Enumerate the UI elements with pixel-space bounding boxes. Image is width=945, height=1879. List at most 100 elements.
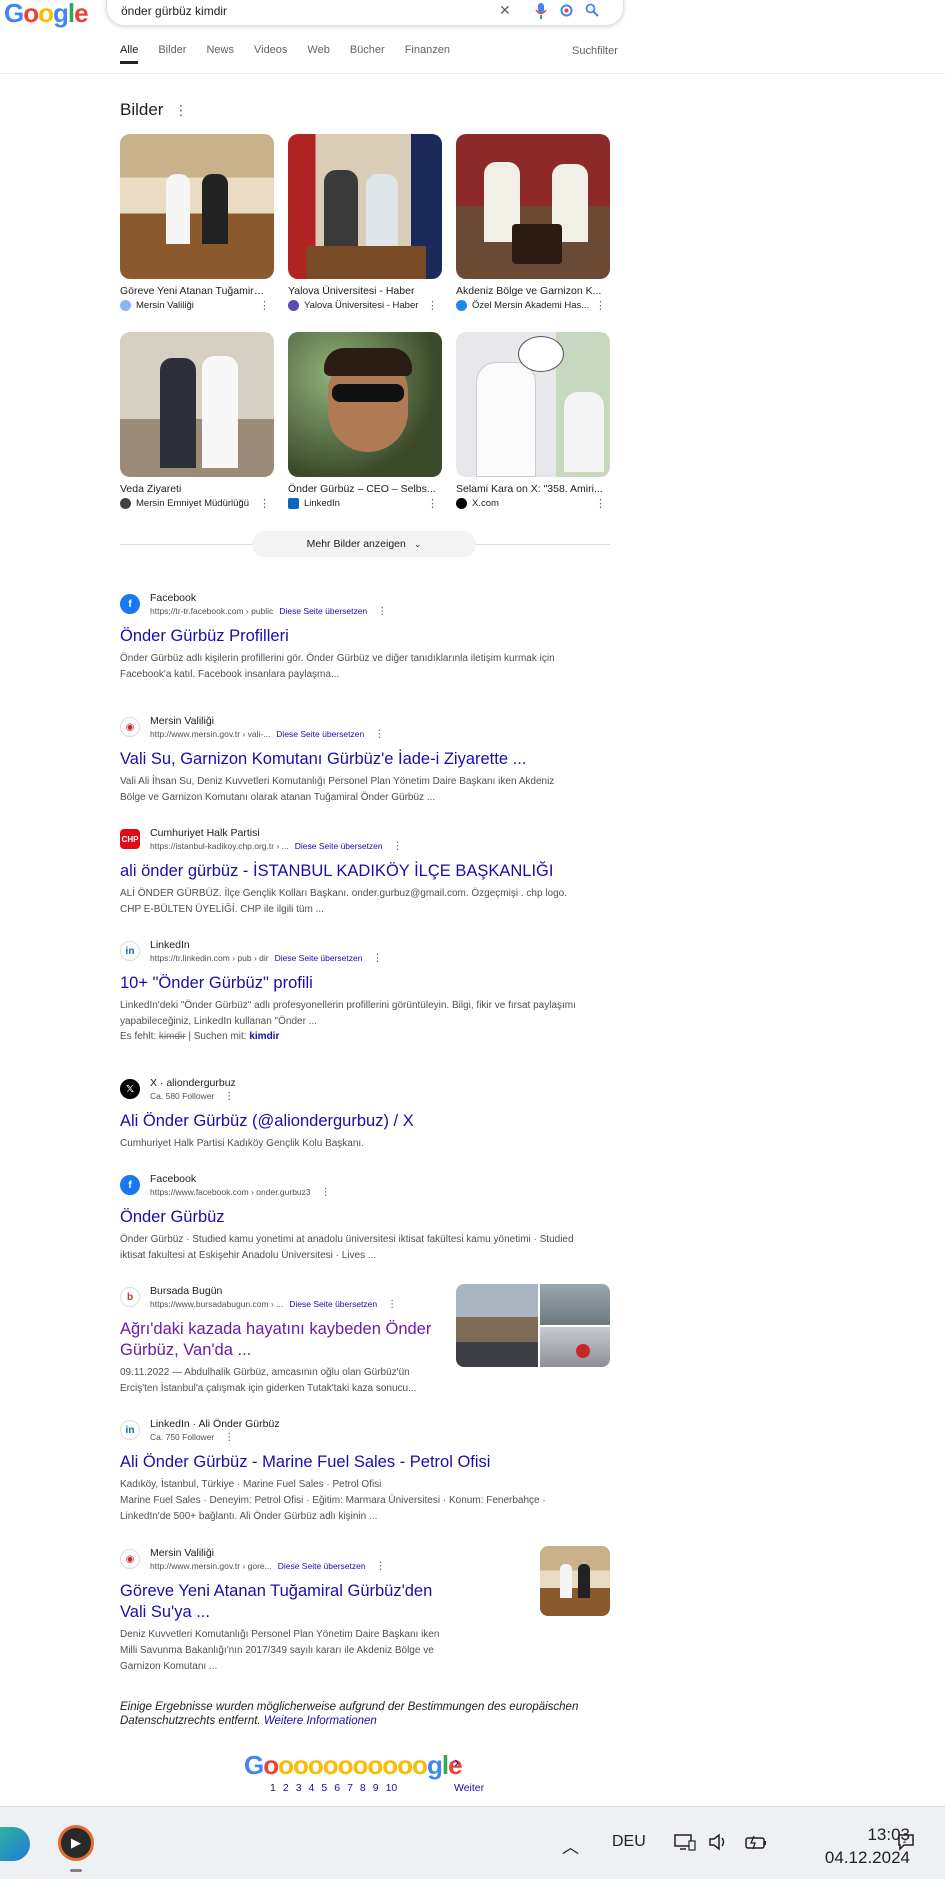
tab-buecher[interactable]: Bücher [350, 44, 385, 64]
result-site-name[interactable]: Bursada Bugün [150, 1285, 222, 1297]
result-site-name[interactable]: LinkedIn [150, 939, 190, 951]
translate-link[interactable]: Diese Seite übersetzen [279, 606, 367, 616]
next-page-link[interactable]: Weiter [454, 1782, 484, 1794]
tab-videos[interactable]: Videos [254, 44, 287, 64]
more-options-icon[interactable]: ⋮ [374, 729, 384, 740]
network-icon[interactable] [674, 1833, 696, 1856]
more-options-icon[interactable]: ⋮ [377, 606, 387, 617]
more-options-icon[interactable]: ⋮ [259, 299, 270, 312]
more-options-icon[interactable]: ⋮ [387, 1299, 397, 1310]
image-thumbnail[interactable] [456, 134, 610, 279]
result-url[interactable]: https://www.facebook.com › onder.gurbuz3… [150, 1187, 331, 1198]
search-filter-button[interactable]: Suchfilter [572, 45, 618, 57]
translate-link[interactable]: Diese Seite übersetzen [275, 953, 363, 963]
image-caption[interactable]: Veda Ziyareti [120, 483, 268, 495]
image-result[interactable]: Göreve Yeni Atanan Tuğamiral ... Mersin … [120, 134, 274, 312]
result-url[interactable]: http://www.mersin.gov.tr › gore... Diese … [150, 1561, 386, 1572]
result-url[interactable]: https://tr-tr.facebook.com › public Diese… [150, 606, 387, 617]
page-link[interactable]: 8 [360, 1782, 366, 1794]
clear-icon[interactable]: ✕ [499, 3, 511, 17]
page-link[interactable]: 6 [334, 1782, 340, 1794]
keyboard-language[interactable]: DEU [612, 1833, 646, 1851]
result-title-link[interactable]: 10+ "Önder Gürbüz" profili [120, 973, 580, 994]
more-options-icon[interactable]: ⋮ [224, 1432, 234, 1443]
image-thumbnail[interactable] [288, 134, 442, 279]
image-result[interactable]: Yalova Üniversitesi - Haber Yalova Ünive… [288, 134, 442, 312]
notification-icon[interactable]: z [896, 1833, 916, 1856]
image-thumbnail[interactable] [288, 332, 442, 477]
page-link[interactable]: 4 [309, 1782, 315, 1794]
image-caption[interactable]: Selami Kara on X: "358. Amiri... [456, 483, 604, 495]
more-options-icon[interactable]: ⋮ [259, 497, 270, 510]
result-title-link[interactable]: Önder Gürbüz [120, 1207, 580, 1228]
result-thumbnail[interactable] [540, 1546, 610, 1616]
result-followers[interactable]: Ca. 580 Follower ⋮ [150, 1091, 234, 1102]
translate-link[interactable]: Diese Seite übersetzen [289, 1299, 377, 1309]
volume-icon[interactable] [708, 1833, 728, 1856]
tab-news[interactable]: News [206, 44, 234, 64]
result-url[interactable]: http://www.mersin.gov.tr › vali-... Diese… [150, 729, 384, 740]
chevron-right-icon[interactable]: › [454, 1754, 459, 1772]
search-icon[interactable] [585, 3, 599, 19]
result-followers[interactable]: Ca. 750 Follower ⋮ [150, 1432, 234, 1443]
image-result[interactable]: Veda Ziyareti Mersin Emniyet Müdürlüğü ⋮ [120, 332, 274, 510]
page-link[interactable]: 9 [373, 1782, 379, 1794]
more-options-icon[interactable]: ⋮ [321, 1187, 331, 1198]
more-options-icon[interactable]: ⋮ [372, 953, 382, 964]
more-options-icon[interactable]: ⋮ [393, 841, 403, 852]
result-title-link[interactable]: Vali Su, Garnizon Komutanı Gürbüz'e İade… [120, 749, 580, 770]
result-title-link[interactable]: ali önder gürbüz - İSTANBUL KADIKÖY İLÇE… [120, 861, 580, 882]
result-site-name[interactable]: Facebook [150, 592, 196, 604]
translate-link[interactable]: Diese Seite übersetzen [295, 841, 383, 851]
more-info-link[interactable]: Weitere Informationen [264, 1715, 377, 1727]
page-link[interactable]: 7 [347, 1782, 353, 1794]
image-result[interactable]: Önder Gürbüz – CEO – Selbs... LinkedIn ⋮ [288, 332, 442, 510]
more-images-button[interactable]: Mehr Bilder anzeigen ⌄ [252, 531, 476, 557]
more-options-icon[interactable]: ⋮ [595, 497, 606, 510]
edge-browser-icon[interactable] [0, 1827, 30, 1861]
more-options-icon[interactable]: ⋮ [427, 497, 438, 510]
tab-bilder[interactable]: Bilder [158, 44, 186, 64]
result-url[interactable]: https://istanbul-kadikoy.chp.org.tr › ..… [150, 841, 403, 852]
microphone-icon[interactable] [535, 3, 547, 21]
result-title-link[interactable]: Önder Gürbüz Profilleri [120, 626, 580, 647]
image-thumbnail[interactable] [120, 332, 274, 477]
page-link[interactable]: 3 [296, 1782, 302, 1794]
tab-alle[interactable]: Alle [120, 44, 139, 64]
image-caption[interactable]: Önder Gürbüz – CEO – Selbs... [288, 483, 436, 495]
image-caption[interactable]: Akdeniz Bölge ve Garnizon K... [456, 285, 604, 297]
search-with-link[interactable]: kimdir [249, 1031, 279, 1042]
result-site-name[interactable]: X · aliondergurbuz [150, 1077, 236, 1089]
image-caption[interactable]: Göreve Yeni Atanan Tuğamiral ... [120, 285, 268, 297]
result-title-link[interactable]: Ali Önder Gürbüz - Marine Fuel Sales - P… [120, 1452, 580, 1473]
result-title-link[interactable]: Göreve Yeni Atanan Tuğamiral Gürbüz'den … [120, 1581, 450, 1623]
image-result[interactable]: Selami Kara on X: "358. Amiri... X.com ⋮ [456, 332, 610, 510]
tab-finanzen[interactable]: Finanzen [405, 44, 450, 64]
image-thumbnail[interactable] [456, 332, 610, 477]
chevron-up-icon[interactable]: ︿ [562, 1833, 579, 1858]
page-link[interactable]: 2 [283, 1782, 289, 1794]
result-thumbnail[interactable] [456, 1284, 610, 1367]
more-options-icon[interactable]: ⋮ [376, 1561, 386, 1572]
search-input[interactable] [121, 1, 481, 21]
translate-link[interactable]: Diese Seite übersetzen [276, 729, 364, 739]
more-options-icon[interactable]: ⋮ [224, 1091, 234, 1102]
result-site-name[interactable]: Cumhuriyet Halk Partisi [150, 827, 260, 839]
result-site-name[interactable]: LinkedIn · Ali Önder Gürbüz [150, 1418, 280, 1430]
result-site-name[interactable]: Mersin Valiliği [150, 715, 214, 727]
result-title-link[interactable]: Ali Önder Gürbüz (@aliondergurbuz) / X [120, 1111, 580, 1132]
battery-icon[interactable] [744, 1833, 768, 1856]
google-logo[interactable]: Google [4, 0, 89, 29]
image-caption[interactable]: Yalova Üniversitesi - Haber [288, 285, 436, 297]
media-player-icon[interactable]: ▶ [58, 1825, 94, 1861]
page-link[interactable]: 5 [321, 1782, 327, 1794]
page-link[interactable]: 10 [386, 1782, 398, 1794]
image-result[interactable]: Akdeniz Bölge ve Garnizon K... Özel Mers… [456, 134, 610, 312]
clock[interactable]: 13:03 04.12.2024 [790, 1823, 910, 1869]
tab-web[interactable]: Web [307, 44, 329, 64]
image-thumbnail[interactable] [120, 134, 274, 279]
more-options-icon[interactable]: ⋮ [427, 299, 438, 312]
result-url[interactable]: https://www.bursadabugun.com › ... Diese … [150, 1299, 397, 1310]
result-title-link[interactable]: Ağrı'daki kazada hayatını kaybeden Önder… [120, 1319, 440, 1361]
result-url[interactable]: https://tr.linkedin.com › pub › dir Diese… [150, 953, 382, 964]
